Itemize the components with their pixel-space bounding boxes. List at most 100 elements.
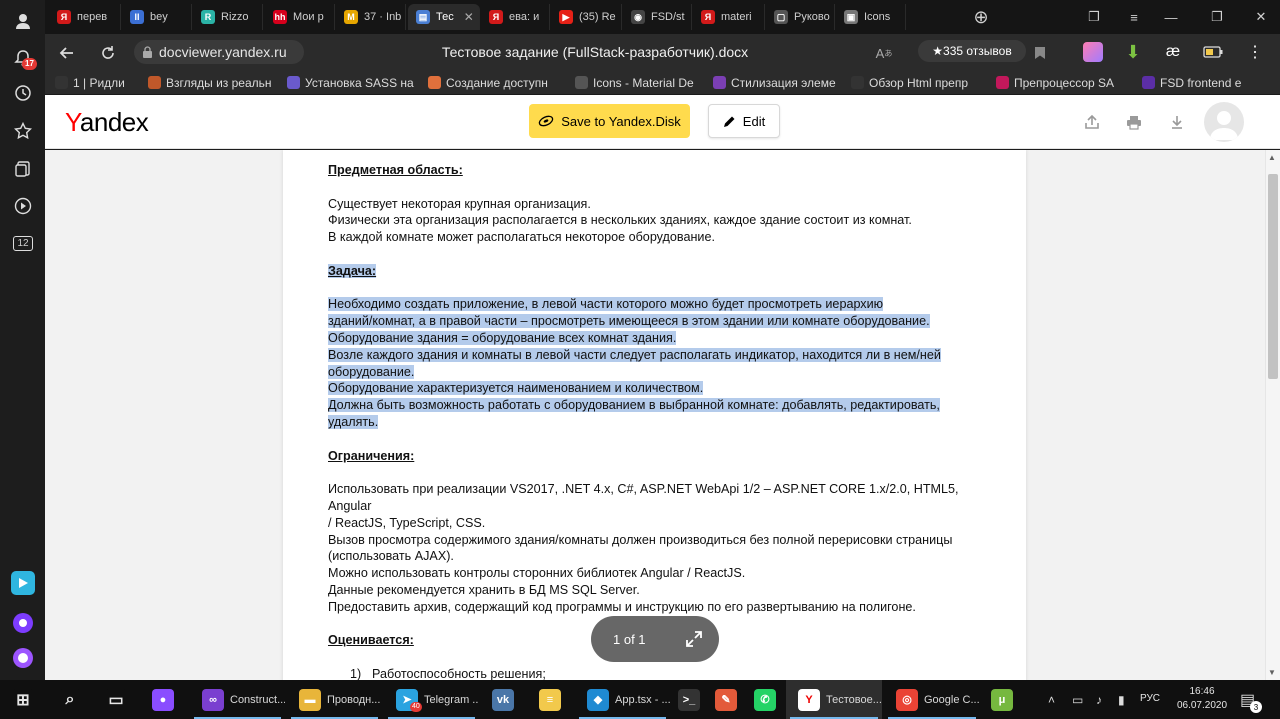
taskbar-item[interactable]: ✆ [746, 680, 784, 719]
language-indicator[interactable]: РУС [1140, 693, 1160, 704]
tab-favicon-icon: Я [701, 10, 715, 24]
network-icon[interactable]: ▭ [1072, 680, 1083, 719]
battery-icon[interactable] [1203, 42, 1223, 62]
share-icon[interactable] [1082, 112, 1102, 132]
tab-0[interactable]: Яперев [49, 4, 121, 30]
bookmark-icon[interactable] [1029, 42, 1051, 64]
tab-7[interactable]: ▶ (35) Re [551, 4, 622, 30]
page-counter-pill: 1 of 1 [591, 616, 719, 662]
volume-icon[interactable]: ♪ [1096, 680, 1102, 719]
tab-10[interactable]: ▢ Руково [766, 4, 835, 30]
taskbar-item[interactable]: ➤ 40 Telegram ... [384, 680, 479, 719]
clock-date: 06.07.2020 [1176, 700, 1228, 711]
bookmark-item[interactable]: 1 | Ридли [55, 74, 143, 91]
reviews-badge[interactable]: ★335 отзывов [918, 40, 1026, 62]
vertical-scrollbar[interactable]: ▲ ▼ [1265, 150, 1280, 680]
account-icon[interactable] [11, 9, 35, 33]
scroll-up-icon[interactable]: ▲ [1268, 153, 1276, 162]
tray-chevron-icon[interactable]: ˄ [1048, 680, 1055, 719]
back-icon[interactable] [56, 42, 78, 64]
taskbar-item[interactable]: ⊞ [0, 680, 46, 719]
taskbar-label: App.tsx - ... [615, 693, 670, 706]
tab-4[interactable]: M 37 · Inb [336, 4, 406, 30]
bookmark-item[interactable]: Обзор Html препр [851, 74, 989, 91]
url-field[interactable]: docviewer.yandex.ru [134, 40, 304, 64]
clock[interactable]: 16:46 06.07.2020 [1172, 685, 1232, 713]
translate-icon[interactable]: Aあ [873, 42, 895, 64]
taskbar-item[interactable]: ✎ [708, 680, 744, 719]
menu-icon[interactable]: ≡ [1123, 6, 1145, 28]
close-window-button[interactable]: ✕ [1250, 6, 1272, 28]
taskbar-item[interactable]: >_ [672, 680, 706, 719]
bookmark-item[interactable]: Препроцессор SA [996, 74, 1136, 91]
tabs-overview-icon[interactable]: ❐ [1083, 6, 1105, 28]
more-icon[interactable]: ⋮ [1245, 42, 1265, 62]
lock-icon [143, 45, 152, 58]
taskbar-item[interactable]: ▭ [94, 680, 138, 719]
document-line: Должна быть возможность работать с обору… [328, 397, 988, 414]
battery-tray-icon[interactable]: ▮ [1118, 680, 1125, 719]
tab-2[interactable]: R Rizzo [193, 4, 263, 30]
scroll-down-icon[interactable]: ▼ [1268, 668, 1276, 677]
save-label: Save to Yandex.Disk [561, 113, 681, 129]
tab-label: Rizzo [221, 11, 249, 23]
address-bar: docviewer.yandex.ru Тестовое задание (Fu… [45, 34, 1280, 70]
bookmark-item[interactable]: Создание доступн [428, 74, 568, 91]
bookmark-favicon-icon [1142, 76, 1155, 89]
document-viewport[interactable]: Предметная область: Существует некоторая … [45, 150, 1265, 680]
download-extension-icon[interactable]: ⬇ [1123, 42, 1143, 62]
close-tab-icon[interactable]: ✕ [464, 10, 474, 24]
bookmark-item[interactable]: Стилизация элеме [713, 74, 845, 91]
taskbar-item[interactable]: ∞ Construct... [190, 680, 285, 719]
alice-music-icon[interactable] [11, 611, 35, 635]
tab-1[interactable]: II bey [122, 4, 192, 30]
tab-count-icon[interactable]: 12 [11, 231, 35, 255]
taskbar-item[interactable]: ◎ Google C... [884, 680, 980, 719]
taskbar-item[interactable]: μ [982, 680, 1022, 719]
git-icon: ✎ [715, 688, 737, 711]
tab-8[interactable]: ◉ FSD/st [623, 4, 692, 30]
reload-icon[interactable] [97, 42, 119, 64]
taskbar-item[interactable]: ◆ App.tsx - ... [575, 680, 670, 719]
taskbar-item[interactable]: ⌕ [48, 680, 92, 719]
history-icon[interactable] [11, 81, 35, 105]
download-icon[interactable] [1167, 112, 1187, 132]
dictionary-extension-icon[interactable]: æ [1163, 42, 1183, 62]
bookmark-item[interactable]: Взгляды из реальн [148, 74, 280, 91]
bookmark-label: Взгляды из реальн [166, 75, 272, 90]
pinned-app-icon[interactable] [11, 571, 35, 595]
scrollbar-thumb[interactable] [1268, 174, 1278, 379]
extension-gradient-icon[interactable] [1083, 42, 1103, 62]
edit-button[interactable]: Edit [708, 104, 780, 138]
taskbar-item[interactable]: ● [141, 680, 185, 719]
taskbar-item[interactable]: ≡ [528, 680, 572, 719]
avatar[interactable] [1204, 102, 1244, 142]
tab-6[interactable]: Яева: и [481, 4, 550, 30]
tab-11[interactable]: ▣ Icons [836, 4, 906, 30]
bookmark-item[interactable]: Установка SASS на [287, 74, 421, 91]
collections-icon[interactable] [11, 157, 35, 181]
tab-3[interactable]: hh Мои р [265, 4, 335, 30]
yandex-logo[interactable]: Yandex [65, 107, 149, 138]
bookmark-item[interactable]: Icons - Material De [575, 74, 705, 91]
taskbar-item[interactable]: Y Тестовое... [786, 680, 882, 719]
save-to-disk-button[interactable]: Save to Yandex.Disk [529, 104, 690, 138]
tab-9[interactable]: Яmateri [693, 4, 765, 30]
action-center-icon[interactable]: ▤ [1240, 680, 1255, 719]
star-icon[interactable] [11, 119, 35, 143]
minimize-button[interactable]: — [1160, 6, 1182, 28]
taskbar-item[interactable]: vk [481, 680, 525, 719]
bookmark-item[interactable]: FSD frontend e [1142, 74, 1277, 91]
bookmark-favicon-icon [148, 76, 161, 89]
bookmark-label: Стилизация элеме [731, 75, 836, 90]
fullscreen-icon[interactable] [685, 630, 703, 648]
alice-icon[interactable] [11, 646, 35, 670]
new-tab-button[interactable]: ⊕ [970, 6, 992, 28]
maximize-button[interactable]: ❐ [1206, 6, 1228, 28]
document-line: Оборудование здания = оборудование всех … [328, 330, 988, 347]
media-icon[interactable] [11, 194, 35, 218]
print-icon[interactable] [1124, 112, 1144, 132]
taskbar-item[interactable]: ▬ Проводн... [287, 680, 382, 719]
tab-5[interactable]: ▤ Тес ✕ [408, 4, 480, 30]
line-text: Предоставить архив, содержащий код прогр… [328, 599, 916, 614]
